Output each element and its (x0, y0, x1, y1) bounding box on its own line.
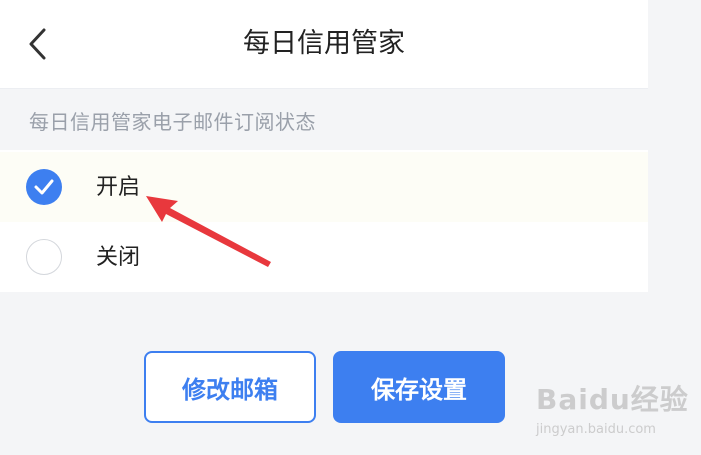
radio-checked[interactable] (26, 169, 62, 205)
save-settings-button[interactable]: 保存设置 (333, 351, 505, 423)
option-off-label: 关闭 (96, 245, 141, 270)
checkmark-icon (34, 179, 54, 195)
option-on[interactable]: 开启 (0, 152, 648, 222)
watermark-url: jingyan.baidu.com (536, 422, 656, 437)
page-title: 每日信用管家 (243, 28, 405, 59)
header-bar: 每日信用管家 (0, 0, 648, 89)
radio-unchecked[interactable] (26, 239, 62, 275)
option-on-label: 开启 (96, 175, 141, 200)
section-label: 每日信用管家电子邮件订阅状态 (29, 110, 316, 134)
watermark-logo: Baidu经验 (536, 383, 689, 416)
subscription-options: 开启 关闭 (0, 150, 648, 292)
baidu-watermark: Baidu经验 jingyan.baidu.com (536, 378, 696, 437)
option-off[interactable]: 关闭 (0, 222, 648, 292)
modify-email-button[interactable]: 修改邮箱 (144, 351, 316, 423)
